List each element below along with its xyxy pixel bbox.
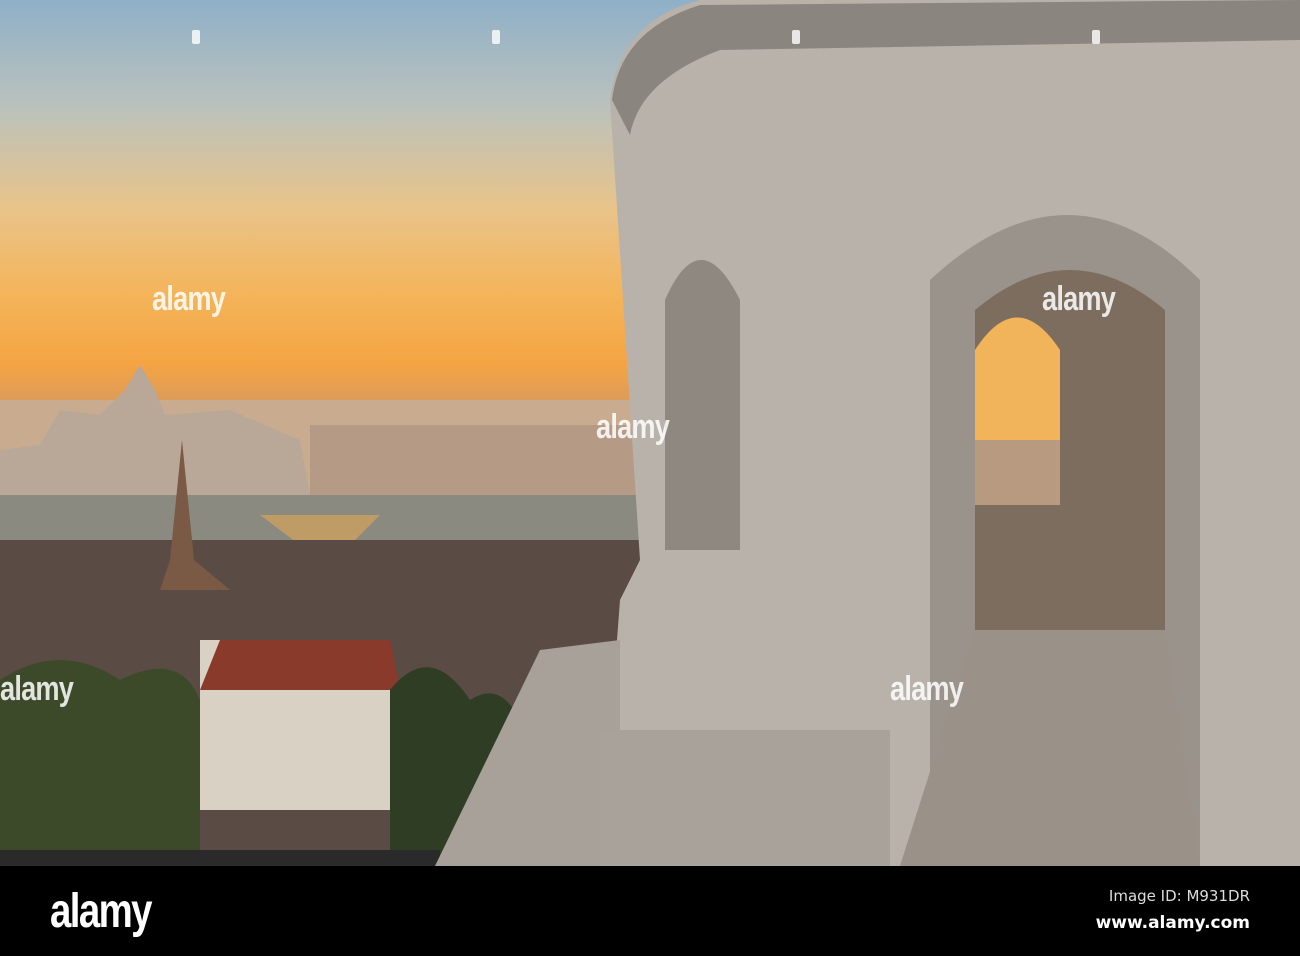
railing: [0, 850, 440, 866]
watermark: alamy: [596, 408, 670, 446]
watermark: alamy: [0, 670, 74, 708]
watermark: alamy: [152, 280, 226, 318]
watermark-dot: [492, 30, 500, 44]
website-link[interactable]: www.alamy.com: [1096, 913, 1250, 933]
watermark-dot: [1092, 30, 1100, 44]
arch-city: [975, 440, 1060, 505]
image-id: Image ID: M931DR: [1108, 887, 1250, 905]
watermark-dot: [192, 30, 200, 44]
far-buildings: [310, 425, 640, 500]
left-arch: [665, 260, 740, 550]
watermark: alamy: [1042, 280, 1116, 318]
alamy-logo: alamy: [50, 885, 152, 938]
photo: alamy alamy alamy alamy alamy: [0, 0, 1300, 866]
red-roof: [200, 640, 400, 690]
watermark-dot: [792, 30, 800, 44]
watermark: alamy: [890, 670, 964, 708]
bench: [600, 730, 890, 866]
footer-bar: alamy Image ID: M931DR www.alamy.com: [0, 866, 1300, 956]
